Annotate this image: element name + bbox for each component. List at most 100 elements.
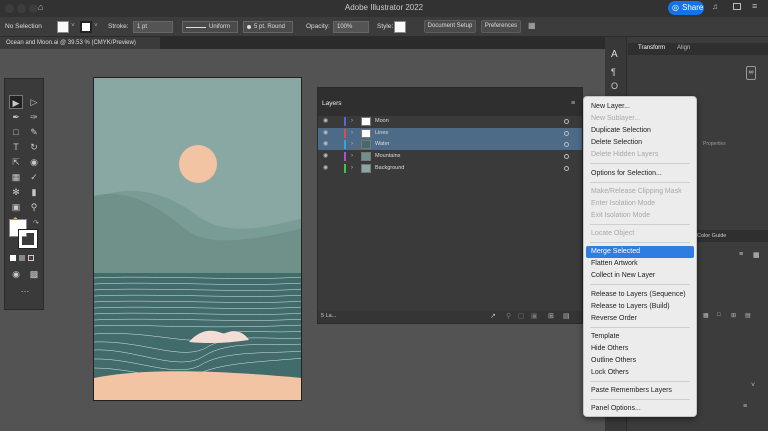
tab-transform[interactable]: Transform xyxy=(638,45,665,51)
opacity-field[interactable]: 100% xyxy=(333,21,369,33)
target-circle-icon[interactable] xyxy=(564,166,569,171)
arrange-documents-icon[interactable]: ▦ xyxy=(528,21,536,30)
menu-item-options-for-selection[interactable]: Options for Selection... xyxy=(584,168,696,180)
graph-tool-icon[interactable]: ▮ xyxy=(27,185,41,199)
style-swatch[interactable] xyxy=(394,21,406,33)
layer-row-water[interactable]: ◉ › Water xyxy=(318,139,582,150)
new-swatch-icon[interactable]: ⊞ xyxy=(731,312,736,319)
visibility-eye-icon[interactable]: ◉ xyxy=(323,116,328,127)
bell-icon[interactable]: ♫ xyxy=(712,2,718,11)
visibility-eye-icon[interactable]: ◉ xyxy=(323,151,328,162)
paintbrush-tool-icon[interactable]: ✎ xyxy=(27,125,41,139)
layer-row-lines[interactable]: ◉ › Lines xyxy=(318,128,582,139)
pen-tool-icon[interactable]: ✒ xyxy=(9,110,23,124)
eyedropper-tool-icon[interactable]: ✓ xyxy=(27,170,41,184)
expand-chevron-icon[interactable]: › xyxy=(351,139,353,150)
preferences-button[interactable]: Preferences xyxy=(481,20,521,33)
visibility-eye-icon[interactable]: ◉ xyxy=(323,139,328,150)
stroke-color-box[interactable] xyxy=(18,229,38,249)
none-mode-icon[interactable] xyxy=(28,255,34,261)
clipping-mask-icon[interactable]: ▢ xyxy=(518,312,525,320)
shape-builder-tool-icon[interactable]: ◉ xyxy=(27,155,41,169)
menu-item-outline-others[interactable]: Outline Others xyxy=(584,355,696,367)
tab-align[interactable]: Align xyxy=(677,45,690,51)
variable-width-dropdown[interactable]: Uniform xyxy=(182,21,238,33)
free-transform-tool-icon[interactable]: ▦ xyxy=(9,170,23,184)
list-view-icon[interactable]: ≡ xyxy=(739,251,743,258)
expand-chevron-icon[interactable]: › xyxy=(351,128,353,139)
target-circle-icon[interactable] xyxy=(564,154,569,159)
paragraph-panel-icon[interactable]: ¶ xyxy=(611,67,616,77)
screen-mode-icon[interactable]: ▩ xyxy=(27,267,41,281)
layer-name[interactable]: Lines xyxy=(375,128,388,139)
expand-chevron-icon[interactable]: › xyxy=(351,116,353,127)
menu-item-new-layer[interactable]: New Layer... xyxy=(584,101,696,113)
menu-item-panel-options[interactable]: Panel Options... xyxy=(584,403,696,415)
document-tab[interactable]: Ocean and Moon.ai @ 39.53 % (CMYK/Previe… xyxy=(0,37,160,49)
rectangle-tool-icon[interactable]: □ xyxy=(9,125,23,139)
menu-item-lock-others[interactable]: Lock Others xyxy=(584,367,696,379)
workspace-icon[interactable] xyxy=(733,3,741,10)
symbol-sprayer-tool-icon[interactable]: ✻ xyxy=(9,185,23,199)
gradient-mode-icon[interactable] xyxy=(19,255,25,261)
menu-item-release-to-layers-build[interactable]: Release to Layers (Build) xyxy=(584,301,696,313)
tab-color-guide[interactable]: Color Guide xyxy=(697,233,726,239)
stroke-weight-field[interactable]: 1 pt xyxy=(133,21,173,33)
export-icon[interactable]: ↗ xyxy=(490,312,496,320)
direct-selection-tool-icon[interactable]: ▷ xyxy=(27,95,41,109)
layer-row-background[interactable]: ◉ › Background xyxy=(318,163,582,174)
artboard-tool-icon[interactable]: ▣ xyxy=(9,200,23,214)
color-mode-icon[interactable] xyxy=(10,255,16,261)
visibility-eye-icon[interactable]: ◉ xyxy=(323,163,328,174)
target-circle-icon[interactable] xyxy=(564,131,569,136)
layer-name[interactable]: Background xyxy=(375,163,404,174)
curvature-tool-icon[interactable]: ✑ xyxy=(27,110,41,124)
zoom-tool-icon[interactable]: ⚲ xyxy=(27,200,41,214)
layer-row-moon[interactable]: ◉ › Moon xyxy=(318,116,582,127)
swap-colors-icon[interactable]: ↷ xyxy=(33,219,39,227)
selection-tool-icon[interactable]: ▶ xyxy=(9,95,23,109)
new-sublayer-icon[interactable]: ▣ xyxy=(531,312,538,320)
menu-item-release-to-layers-sequence[interactable]: Release to Layers (Sequence) xyxy=(584,289,696,301)
stroke-swatch[interactable] xyxy=(80,21,92,33)
target-circle-icon[interactable] xyxy=(564,142,569,147)
panel-menu-icon[interactable]: ≡ xyxy=(571,100,575,107)
panels-menu-icon[interactable]: ≡ xyxy=(752,1,757,11)
trash-icon[interactable]: ▤ xyxy=(563,312,570,320)
document-setup-button[interactable]: Document Setup xyxy=(424,20,476,33)
menu-item-reverse-order[interactable]: Reverse Order xyxy=(584,313,696,325)
opentype-panel-icon[interactable]: O xyxy=(611,81,618,91)
constrain-link-icon[interactable]: ∞ xyxy=(746,66,756,80)
swatch-library-icon[interactable]: ▦ xyxy=(703,312,709,319)
scale-tool-icon[interactable]: ⇱ xyxy=(9,155,23,169)
layer-name[interactable]: Mountains xyxy=(375,151,400,162)
menu-item-template[interactable]: Template xyxy=(584,331,696,343)
chevron-down-icon[interactable]: ˅ xyxy=(94,22,98,29)
fill-swatch[interactable] xyxy=(57,21,69,33)
panel-options-icon[interactable]: ≡ xyxy=(743,403,747,410)
menu-item-collect-in-new-layer[interactable]: Collect in New Layer xyxy=(584,270,696,282)
artboard[interactable] xyxy=(93,77,302,401)
chevron-down-icon[interactable]: ˅ xyxy=(71,22,75,29)
visibility-eye-icon[interactable]: ◉ xyxy=(323,128,328,139)
type-tool-icon[interactable]: T xyxy=(9,140,23,154)
menu-item-hide-others[interactable]: Hide Others xyxy=(584,343,696,355)
chevron-down-icon[interactable]: ˅ xyxy=(751,382,755,389)
expand-chevron-icon[interactable]: › xyxy=(351,163,353,174)
expand-chevron-icon[interactable]: › xyxy=(351,151,353,162)
menu-item-flatten-artwork[interactable]: Flatten Artwork xyxy=(584,258,696,270)
layer-row-mountains[interactable]: ◉ › Mountains xyxy=(318,151,582,162)
target-circle-icon[interactable] xyxy=(564,119,569,124)
character-panel-icon[interactable]: A xyxy=(611,49,618,60)
share-button[interactable]: Share xyxy=(668,1,704,15)
new-color-group-icon[interactable]: □ xyxy=(717,312,721,318)
delete-swatch-icon[interactable]: ▤ xyxy=(745,312,751,319)
layers-panel-title[interactable]: Layers xyxy=(322,100,342,107)
layer-name[interactable]: Moon xyxy=(375,116,389,127)
new-layer-icon[interactable]: ⊞ xyxy=(548,312,554,320)
menu-item-delete-selection[interactable]: Delete Selection xyxy=(584,137,696,149)
menu-item-merge-selected[interactable]: Merge Selected xyxy=(586,246,694,258)
brush-dropdown[interactable]: 5 pt. Round xyxy=(243,21,293,33)
menu-item-duplicate-selection[interactable]: Duplicate Selection xyxy=(584,125,696,137)
layer-name[interactable]: Water xyxy=(375,139,389,150)
